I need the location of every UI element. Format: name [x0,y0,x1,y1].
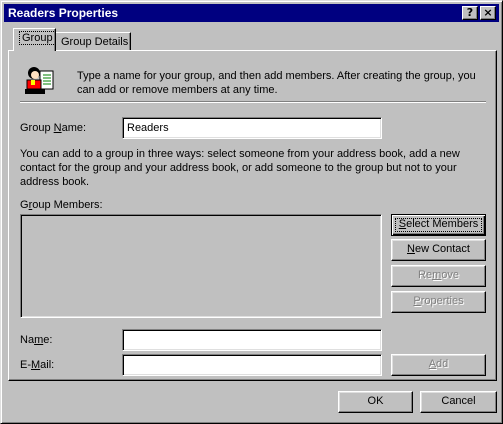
tab-group-details-label: Group Details [61,36,129,48]
tab-group-label: Group [19,31,56,45]
cancel-label: Cancel [441,395,476,407]
add-hotkey: A [428,358,437,370]
add-post: dd [436,358,449,370]
help-button[interactable]: ? [462,6,478,20]
remove-post: ove [441,269,459,281]
add-button[interactable]: Add [391,354,486,376]
tab-panel-group: Type a name for your group, and then add… [8,50,497,381]
remove-hotkey: m [432,269,442,281]
group-members-label: Group Members: [20,199,103,211]
window-title: Readers Properties [8,6,119,20]
name-label: Name: [20,334,52,346]
ok-label: OK [367,395,384,407]
new-contact-button[interactable]: New Contact [391,239,486,261]
remove-pre: Re [418,269,433,281]
group-name-label-pre: Group [20,122,54,134]
close-icon: × [483,6,493,19]
email-label: E-Mail: [20,359,54,371]
divider [20,101,486,103]
ok-button[interactable]: OK [338,391,413,413]
email-label-hotkey: M [31,359,41,371]
group-name-label-hotkey: N [53,122,62,134]
email-input[interactable] [122,354,382,376]
select-members-button[interactable]: Select Members [391,214,486,236]
group-members-list[interactable] [20,214,382,318]
group-name-value: Readers [127,122,169,134]
group-members-label-pre: G [20,199,29,211]
group-name-label-post: ame: [61,122,87,134]
properties-button[interactable]: Properties [391,291,486,313]
name-label-hotkey: m [34,334,44,346]
properties-post: roperties [420,295,464,307]
group-members-label-post: oup Members: [32,199,103,211]
group-people-icon [25,67,54,94]
dialog-window: Readers Properties ? × Group Group Detai… [0,0,503,424]
email-label-pre: E- [20,359,31,371]
add-methods-description: You can add to a group in three ways: se… [20,148,460,188]
help-icon: ? [466,6,474,19]
group-name-input[interactable]: Readers [122,117,382,139]
new-contact-post: ew Contact [414,243,470,255]
name-label-post: e: [43,334,53,346]
name-input[interactable] [122,329,382,351]
title-bar[interactable]: Readers Properties ? × [4,4,499,22]
close-button[interactable]: × [480,6,496,20]
select-members-post: elect Members [406,218,479,230]
properties-hotkey: P [413,295,421,307]
email-label-post: ail: [40,359,55,371]
intro-text: Type a name for your group, and then add… [77,70,476,96]
group-name-label: Group Name: [20,122,86,134]
select-members-hotkey: S [398,218,407,230]
tab-group-details[interactable]: Group Details [55,32,131,52]
name-label-pre: Na [20,334,35,346]
remove-button[interactable]: Remove [391,265,486,287]
new-contact-hotkey: N [407,243,415,255]
tab-group[interactable]: Group [13,28,56,51]
cancel-button[interactable]: Cancel [420,391,497,413]
